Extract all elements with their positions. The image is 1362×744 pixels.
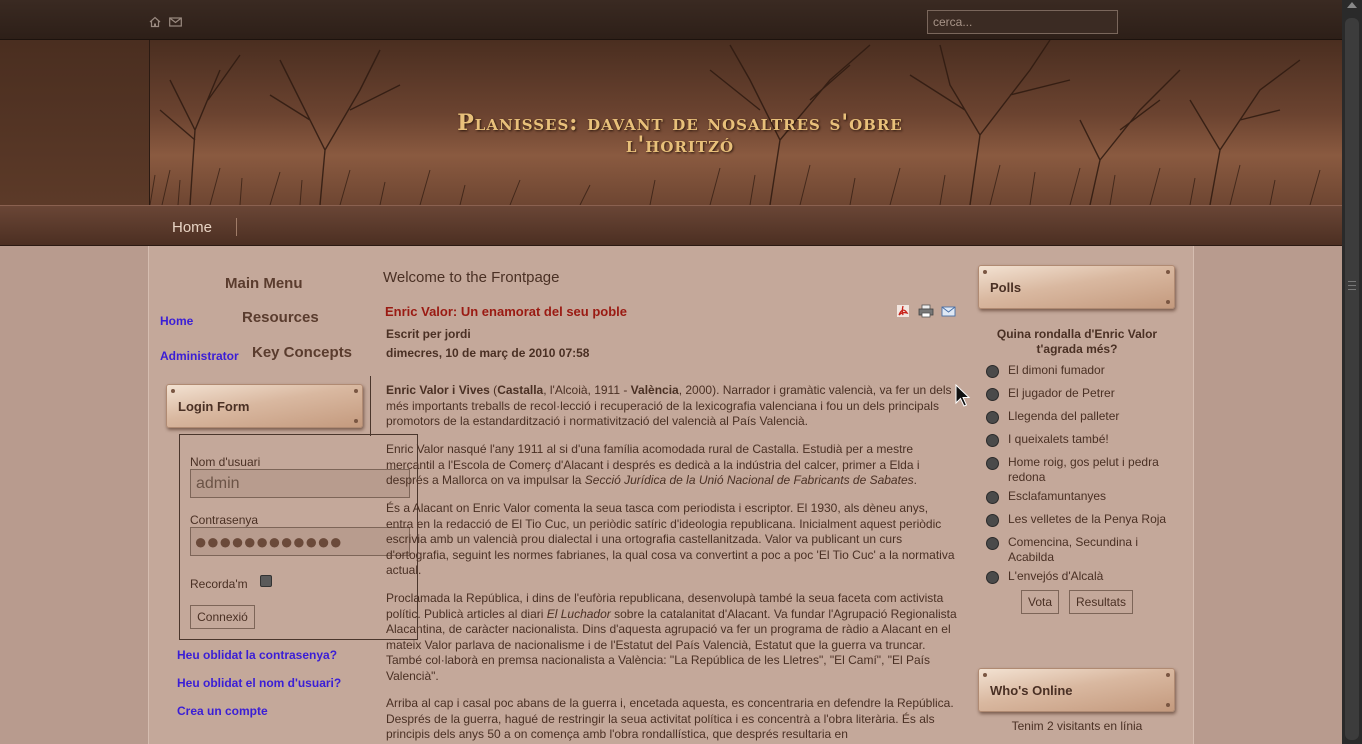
top-bar [0, 0, 1342, 40]
login-form-header: Login Form [166, 384, 363, 428]
grip-icon [1348, 281, 1356, 290]
nav-home-link[interactable]: Home [172, 219, 212, 236]
home-icon[interactable] [149, 16, 161, 28]
poll-option-label: El jugador de Petrer [1008, 386, 1115, 400]
polls-title: Polls [990, 280, 1022, 295]
poll-question: Quina rondalla d'Enric Valor t'agrada mé… [996, 327, 1158, 356]
pin-decoration [983, 270, 987, 274]
poll-radio[interactable] [986, 365, 999, 378]
mail-icon[interactable] [169, 16, 182, 28]
login-button[interactable]: Connexió [190, 605, 255, 629]
pdf-icon[interactable] [896, 304, 910, 318]
pin-decoration [354, 419, 358, 423]
login-form: Nom d'usuari admin Contrasenya ●●●●●●●●●… [179, 434, 418, 640]
place-name: Castalla [497, 383, 544, 397]
poll-radio[interactable] [986, 514, 999, 527]
article-title[interactable]: Enric Valor: Un enamorat del seu poble [385, 304, 627, 319]
vertical-scrollbar[interactable] [1342, 0, 1362, 744]
poll-option-label: Llegenda del palleter [1008, 409, 1120, 423]
site-header: Planisses: davant de nosaltres s'obre l'… [0, 40, 1342, 205]
print-icon[interactable] [918, 304, 934, 318]
poll-radio[interactable] [986, 457, 999, 470]
pin-decoration [1166, 673, 1170, 677]
article-paragraph: És a Alacant on Enric Valor comenta la s… [386, 501, 955, 577]
poll-option-label: El dimoni fumador [1008, 363, 1105, 377]
author-name: Enric Valor i Vives [386, 383, 490, 397]
mouse-cursor-icon [955, 384, 971, 407]
poll-radio[interactable] [986, 491, 999, 504]
article-paragraph: Enric Valor nasqué l'any 1911 al si d'un… [386, 442, 958, 489]
pin-decoration [171, 389, 175, 393]
site-title[interactable]: Planisses: davant de nosaltres s'obre l'… [340, 112, 1020, 156]
article-paragraph: Arriba al cap i casal poc abans de la gu… [386, 696, 954, 741]
emphasis-text: El Luchador [546, 606, 611, 621]
place-name: València [630, 383, 679, 397]
site-title-line-2: l'horitzó [625, 132, 735, 158]
poll-option-label: Comencina, Secundina i Acabilda [1008, 535, 1139, 564]
online-visitors-text: Tenim 2 visitants en línia [1011, 719, 1143, 733]
results-button[interactable]: Resultats [1069, 590, 1133, 614]
site-title-line-1: Planisses: davant de nosaltres s'obre [457, 110, 903, 136]
scrollbar-thumb[interactable] [1345, 18, 1359, 740]
poll-radio[interactable] [986, 434, 999, 447]
nav-separator [236, 218, 237, 236]
pin-decoration [1166, 300, 1170, 304]
poll-option-label: L'envejós d'Alcalà [1008, 569, 1104, 583]
password-field[interactable]: ●●●●●●●●●●●● [190, 527, 410, 556]
menu-link-administrator[interactable]: Administrator [160, 349, 239, 363]
emphasis-text: Secció Jurídica de la Unió Nacional de F… [584, 473, 914, 487]
login-form-title: Login Form [178, 399, 250, 414]
poll-option-label: Les velletes de la Penya Roja [1008, 512, 1167, 526]
poll-radio[interactable] [986, 411, 999, 424]
page-heading: Welcome to the Frontpage [383, 269, 560, 286]
pin-decoration [983, 673, 987, 677]
article-paragraph: Proclamada la República, i dins de l'euf… [386, 591, 958, 684]
remember-me-checkbox[interactable] [260, 575, 272, 587]
password-label: Contrasenya [190, 513, 259, 527]
paragraph-text: . [913, 473, 917, 487]
poll-radio[interactable] [986, 571, 999, 584]
poll-option-label: Esclafamuntanyes [1008, 489, 1107, 503]
remember-me-label: Recorda'm [190, 577, 248, 591]
whos-online-header: Who's Online [978, 668, 1175, 712]
main-menu-title: Main Menu [225, 275, 303, 292]
resources-title: Resources [242, 309, 319, 326]
vote-button[interactable]: Vota [1021, 590, 1059, 614]
poll-option-label: I queixalets també! [1008, 432, 1109, 446]
whos-online-title: Who's Online [990, 683, 1073, 698]
poll-radio[interactable] [986, 537, 999, 550]
article-paragraph: Enric Valor i Vives (Castalla, l'Alcoià,… [386, 383, 958, 430]
pin-decoration [354, 389, 358, 393]
pin-decoration [1166, 270, 1170, 274]
email-icon[interactable] [941, 304, 956, 318]
create-account-link[interactable]: Crea un compte [177, 704, 268, 718]
forgot-password-link[interactable]: Heu oblidat la contrasenya? [177, 648, 337, 662]
left-column-divider [370, 376, 371, 436]
main-navigation: Home [0, 205, 1342, 246]
article-author: Escrit per jordi [386, 327, 471, 341]
scroll-up-arrow-icon[interactable] [1347, 2, 1357, 8]
header-left-panel [0, 40, 150, 205]
search-input[interactable] [927, 10, 1118, 34]
pin-decoration [1166, 703, 1170, 707]
username-label: Nom d'usuari [190, 455, 261, 469]
polls-header: Polls [978, 265, 1175, 309]
username-field[interactable]: admin [190, 469, 410, 498]
menu-link-home[interactable]: Home [160, 314, 193, 328]
forgot-username-link[interactable]: Heu oblidat el nom d'usuari? [177, 676, 341, 690]
article-date: dimecres, 10 de març de 2010 07:58 [386, 346, 590, 360]
paragraph-text: , l'Alcoià, 1911 - [543, 383, 631, 397]
key-concepts-title: Key Concepts [252, 344, 353, 361]
poll-option-label: Home roig, gos pelut i pedra redona [1008, 455, 1159, 484]
poll-radio[interactable] [986, 388, 999, 401]
